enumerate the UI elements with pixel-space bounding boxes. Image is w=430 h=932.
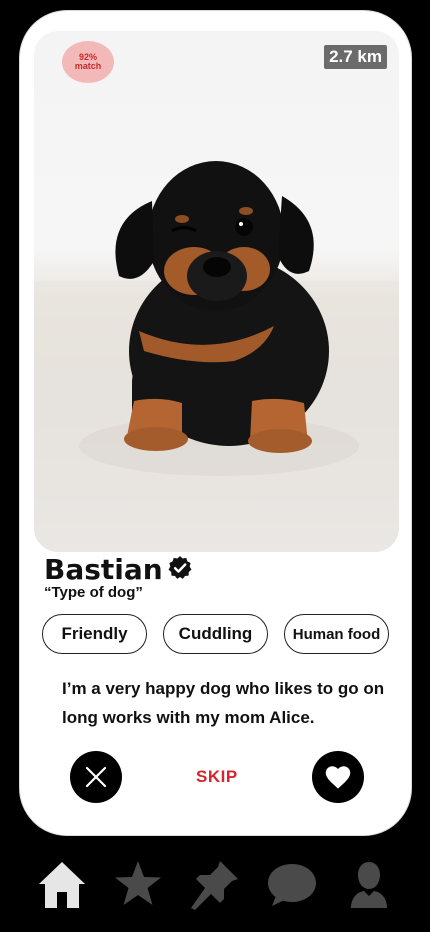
match-badge: 92% match (62, 41, 114, 83)
skip-button[interactable]: SKIP (196, 767, 238, 787)
tab-messages[interactable] (266, 858, 318, 910)
pin-icon (191, 861, 238, 910)
tag-list: Friendly Cuddling Human food (42, 614, 391, 654)
profile-card[interactable]: 92% match 2.7 km Bastian “Type of dog” F… (19, 10, 412, 836)
name-row: Bastian (44, 553, 193, 586)
chat-icon (268, 864, 316, 906)
tab-home[interactable] (36, 858, 88, 910)
tab-bar (0, 850, 430, 932)
reject-button[interactable] (70, 751, 122, 803)
dog-photo[interactable]: 92% match 2.7 km (34, 31, 399, 552)
dog-image (34, 161, 399, 552)
tag-chip[interactable]: Cuddling (163, 614, 268, 654)
star-icon (115, 861, 161, 905)
tab-pinned[interactable] (189, 858, 241, 910)
dog-name: Bastian (44, 553, 163, 586)
heart-icon (325, 766, 351, 789)
close-icon (85, 766, 107, 788)
match-label: match (74, 61, 102, 71)
like-button[interactable] (312, 751, 364, 803)
bio-text: I’m a very happy dog who likes to go on … (62, 679, 385, 727)
tag-chip[interactable]: Human food (284, 614, 389, 654)
distance-badge: 2.7 km (324, 45, 387, 69)
tab-profile[interactable] (343, 858, 395, 910)
verified-icon (167, 555, 193, 585)
home-icon (39, 862, 85, 908)
dog-type: “Type of dog” (44, 584, 143, 601)
person-icon (351, 862, 387, 908)
tab-favorites[interactable] (112, 858, 164, 910)
tag-chip[interactable]: Friendly (42, 614, 147, 654)
